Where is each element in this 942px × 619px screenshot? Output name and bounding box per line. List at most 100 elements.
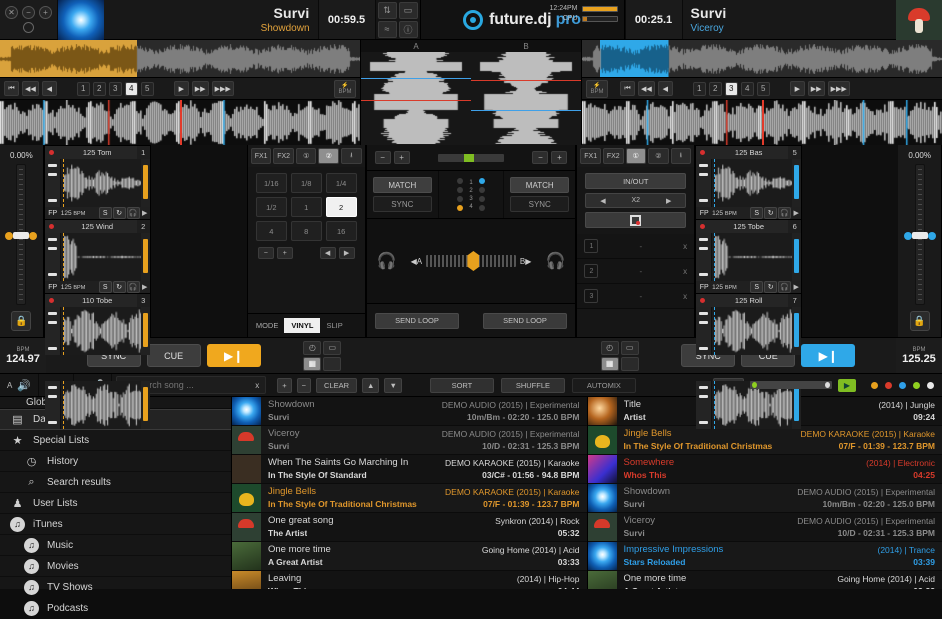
slip-mode-button[interactable]: SLIP bbox=[326, 321, 342, 330]
sampler-volume[interactable] bbox=[141, 159, 150, 207]
rewind-button-right[interactable]: ◀◀ bbox=[638, 81, 655, 96]
cue-point-5[interactable]: 5 bbox=[757, 82, 770, 96]
sampler-volume[interactable] bbox=[792, 159, 801, 207]
crossfader-row[interactable]: 🎧 ◀A B▶ 🎧 bbox=[367, 219, 576, 303]
move-down-button[interactable]: ▼ bbox=[384, 378, 401, 393]
forward-button-right[interactable]: ▶▶ bbox=[808, 81, 825, 96]
window-button-group[interactable]: ✕ − + bbox=[5, 6, 52, 19]
sidebar-item-podcasts[interactable]: ♫Podcasts bbox=[0, 598, 231, 619]
track-row[interactable]: Jingle BellsDEMO KARAOKE (2015) | Karaok… bbox=[588, 426, 942, 455]
sampler-waveform[interactable] bbox=[712, 307, 792, 355]
loop-plus-button[interactable]: + bbox=[277, 247, 293, 259]
add-track-button[interactable]: + bbox=[277, 378, 291, 393]
loop-next-button[interactable]: ▶ bbox=[339, 247, 355, 259]
close-icon[interactable]: ✕ bbox=[5, 6, 18, 19]
color-dot-3[interactable] bbox=[913, 382, 920, 389]
sampler-slot-6[interactable]: 125 Tobe6FP125 BPMS↻🎧▶ bbox=[695, 219, 802, 293]
sync-button-left[interactable]: SYNC bbox=[373, 196, 432, 212]
master-volume-slider[interactable] bbox=[438, 154, 504, 162]
cue-point-5[interactable]: 5 bbox=[141, 82, 154, 96]
cue-row[interactable]: 1-x bbox=[577, 234, 694, 259]
move-up-button[interactable]: ▲ bbox=[362, 378, 379, 393]
speaker-icon[interactable]: 🔊 bbox=[17, 379, 31, 392]
sampler-waveform[interactable] bbox=[61, 233, 141, 281]
shuffle-button[interactable]: SHUFFLE bbox=[501, 378, 565, 393]
fx-tab-x-left[interactable]: ⭳ bbox=[341, 148, 362, 164]
sidebar-item-itunes[interactable]: ♫iTunes bbox=[0, 514, 231, 535]
cue-row-close-icon[interactable]: x bbox=[683, 292, 687, 301]
in-out-button[interactable]: IN/OUT bbox=[585, 173, 686, 189]
sampler-fader[interactable] bbox=[45, 307, 61, 355]
tag-slider[interactable] bbox=[750, 381, 832, 389]
sampler-slot-1[interactable]: 125 Tom1FP125 BPMS↻🎧▶ bbox=[44, 145, 151, 219]
sidebar-item-user-lists[interactable]: ♟User Lists bbox=[0, 493, 231, 514]
list-edit-group[interactable]: + − CLEAR ▲ ▼ bbox=[270, 374, 409, 396]
fx-tab-x-right[interactable]: ① bbox=[626, 148, 647, 164]
sampler-footer[interactable]: FP125 BPMS↻🎧▶ bbox=[45, 207, 150, 219]
sampler-record-icon[interactable] bbox=[45, 298, 58, 303]
sampler-sync-button[interactable]: S bbox=[750, 281, 763, 293]
deck-left-scroll-waveform[interactable] bbox=[0, 100, 360, 145]
beat-size-2[interactable]: 2 bbox=[326, 197, 357, 217]
sidebar-item-history[interactable]: ◷History bbox=[0, 451, 231, 472]
list-action-group[interactable]: SORT SHUFFLE AUTOMIX bbox=[423, 374, 643, 396]
window-controls[interactable]: ✕ − + bbox=[0, 0, 58, 39]
match-button-left[interactable]: MATCH bbox=[373, 177, 432, 193]
sampler-headphone-icon[interactable]: 🎧 bbox=[127, 207, 140, 219]
headphone-icon-right[interactable]: 🎧 bbox=[535, 219, 575, 303]
crossfader-thumb[interactable] bbox=[467, 251, 479, 271]
search-clear-icon[interactable]: x bbox=[255, 381, 259, 390]
cue-point-2[interactable]: 2 bbox=[709, 82, 722, 96]
cue-row[interactable]: 2-x bbox=[577, 259, 694, 284]
beat-size-1-4[interactable]: 1/4 bbox=[326, 173, 357, 193]
sampler-body[interactable] bbox=[45, 233, 150, 281]
sync-row[interactable]: MATCH SYNC 1234 MATCH SYNC bbox=[367, 171, 576, 219]
deck-left-pads[interactable]: ◴ ▭ ▦ bbox=[301, 338, 343, 373]
cue-row-close-icon[interactable]: x bbox=[683, 267, 687, 276]
sidebar-items[interactable]: ▤Database★Special Lists◷History⌕Search r… bbox=[0, 409, 231, 619]
sidebar-item-search-results[interactable]: ⌕Search results bbox=[0, 472, 231, 493]
sampler-sync-button[interactable]: S bbox=[750, 207, 763, 219]
pitch-thumb-left[interactable] bbox=[13, 232, 29, 239]
forward-button-left[interactable]: ▶▶ bbox=[192, 81, 209, 96]
match-button-right[interactable]: MATCH bbox=[510, 177, 569, 193]
sidebar-item-tv-shows[interactable]: ♫TV Shows bbox=[0, 577, 231, 598]
sampler-loop-icon[interactable]: ↻ bbox=[764, 281, 777, 293]
beat-size-16[interactable]: 16 bbox=[326, 221, 357, 241]
track-row[interactable]: One more timeGoing Home (2014) | AcidA G… bbox=[588, 571, 942, 589]
grid-icon-left[interactable]: ▦ bbox=[303, 357, 321, 371]
sampler-footer[interactable]: FP125 BPMS↻🎧▶ bbox=[696, 281, 801, 293]
cue-button-deck-left[interactable]: CUE bbox=[147, 344, 201, 367]
info-icon[interactable]: ⓘ bbox=[399, 21, 418, 38]
deck-right-scroll-waveform[interactable] bbox=[582, 100, 942, 145]
match-sync-left[interactable]: MATCH SYNC bbox=[367, 171, 438, 218]
pitch-dot-left-a[interactable] bbox=[5, 232, 13, 240]
blank-pad-left[interactable] bbox=[323, 357, 341, 371]
sampler-record-icon[interactable] bbox=[696, 298, 709, 303]
timer-icon-right[interactable]: ◴ bbox=[601, 341, 619, 355]
cue-list-right[interactable]: 1-x2-x3-x bbox=[577, 234, 694, 337]
sampler-play-icon[interactable]: ▶ bbox=[141, 209, 149, 217]
sampler-headphone-icon[interactable]: 🎧 bbox=[778, 207, 791, 219]
beat-size-8[interactable]: 8 bbox=[291, 221, 322, 241]
clear-list-button[interactable]: CLEAR bbox=[316, 378, 357, 393]
track-list-left[interactable]: ShowdownDEMO AUDIO (2015) | Experimental… bbox=[232, 397, 587, 589]
screen-icon-right[interactable]: ▭ bbox=[621, 341, 639, 355]
cue-point-3[interactable]: 3 bbox=[725, 82, 738, 96]
fx-tab-FX1-left[interactable]: FX1 bbox=[251, 148, 272, 164]
color-dot-4[interactable] bbox=[927, 382, 934, 389]
sampler-waveform[interactable] bbox=[61, 307, 141, 355]
sampler-record-icon[interactable] bbox=[696, 224, 709, 229]
gain-plus-left[interactable]: + bbox=[394, 151, 410, 164]
cue-point-4[interactable]: 4 bbox=[741, 82, 754, 96]
color-dot-0[interactable] bbox=[871, 382, 878, 389]
deck-right-overview-waveform[interactable] bbox=[582, 40, 942, 78]
track-row[interactable]: When The Saints Go Marching InDEMO KARAO… bbox=[232, 455, 587, 484]
fx-tabs-right[interactable]: FX1FX2①②⭳ bbox=[577, 145, 694, 167]
remove-track-button[interactable]: − bbox=[297, 378, 311, 393]
grid-icon-right[interactable]: ▦ bbox=[601, 357, 619, 371]
timer-icon-left[interactable]: ◴ bbox=[303, 341, 321, 355]
match-sync-right[interactable]: MATCH SYNC bbox=[504, 171, 575, 218]
loop-record-button[interactable] bbox=[585, 212, 686, 228]
cue-point-2[interactable]: 2 bbox=[93, 82, 106, 96]
